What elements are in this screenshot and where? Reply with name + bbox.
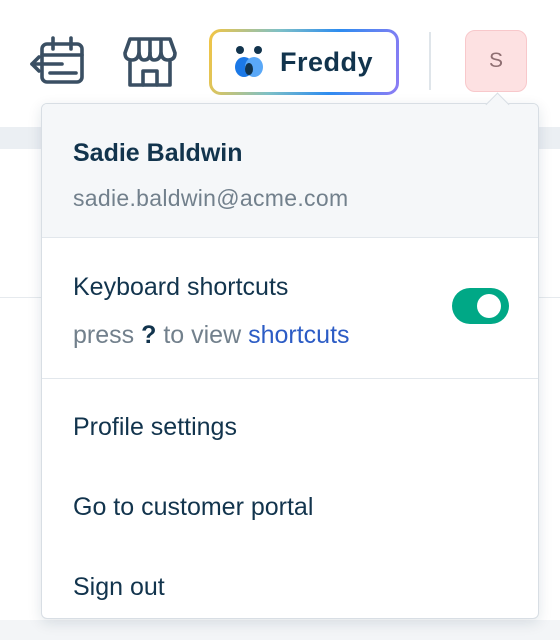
menu-item-profile-settings[interactable]: Profile settings bbox=[42, 387, 538, 467]
calendar-back-icon bbox=[30, 36, 84, 84]
freddy-logo-icon bbox=[235, 46, 263, 77]
user-email: sadie.baldwin@acme.com bbox=[73, 185, 349, 211]
calendar-back-button[interactable] bbox=[28, 36, 88, 88]
keyboard-shortcuts-hint: press ? to view shortcuts bbox=[73, 320, 538, 350]
freddy-label: Freddy bbox=[280, 46, 374, 77]
toggle-knob bbox=[477, 294, 501, 318]
keyboard-shortcuts-section: Keyboard shortcuts press ? to view short… bbox=[42, 238, 538, 379]
topbar-divider bbox=[429, 32, 431, 90]
user-info-section: Sadie Baldwin sadie.baldwin@acme.com bbox=[42, 104, 538, 238]
freddy-ai-button[interactable]: Freddy bbox=[209, 29, 399, 95]
menu-item-sign-out[interactable]: Sign out bbox=[42, 547, 538, 618]
hint-middle: to view bbox=[163, 321, 242, 349]
top-navigation-bar: Freddy S bbox=[0, 0, 560, 105]
freddy-ai-button-inner: Freddy bbox=[212, 32, 396, 92]
profile-menu-list: Profile settings Go to customer portal S… bbox=[42, 379, 538, 618]
store-icon bbox=[123, 37, 177, 87]
shortcuts-link[interactable]: shortcuts bbox=[248, 321, 349, 349]
background-footer-band bbox=[0, 620, 560, 640]
hint-prefix: press bbox=[73, 321, 135, 349]
menu-item-customer-portal[interactable]: Go to customer portal bbox=[42, 467, 538, 547]
user-name: Sadie Baldwin bbox=[73, 139, 243, 167]
hint-key: ? bbox=[141, 321, 157, 349]
store-button[interactable] bbox=[120, 34, 180, 90]
profile-dropdown-menu: Sadie Baldwin sadie.baldwin@acme.com Key… bbox=[41, 103, 539, 619]
user-avatar-button[interactable]: S bbox=[465, 30, 527, 92]
page: Freddy S Sadie Baldwin sadie.baldwin@acm… bbox=[0, 0, 560, 640]
keyboard-shortcuts-toggle[interactable] bbox=[452, 288, 509, 324]
